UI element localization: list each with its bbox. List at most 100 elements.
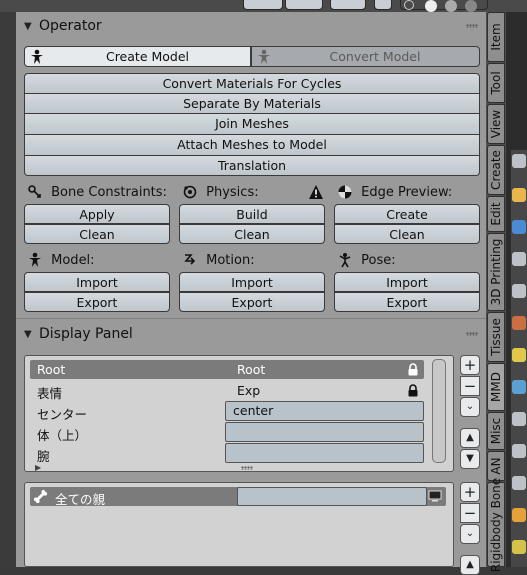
frame-value-field[interactable] xyxy=(225,422,424,442)
tab-misc[interactable]: Misc xyxy=(487,412,505,450)
list-item-selected[interactable]: 全ての親 xyxy=(30,487,446,507)
remove-frame-button[interactable]: − xyxy=(460,376,480,396)
list-item[interactable]: 表情 Exp xyxy=(30,381,424,401)
translation-label: Translation xyxy=(217,158,287,173)
tab-an[interactable]: AN xyxy=(487,451,505,481)
edge-preview-create-button[interactable]: Create xyxy=(334,204,480,224)
physics-clean-button[interactable]: Clean xyxy=(179,224,325,244)
move-frame-up-button[interactable]: ▲ xyxy=(460,428,480,448)
tab-rigidbody-bone[interactable]: Rigidbody Bone xyxy=(487,477,505,572)
physics-heading: Physics: xyxy=(182,184,259,201)
bone-constraints-apply-button[interactable]: Apply xyxy=(24,204,170,224)
tab-edit[interactable]: Edit xyxy=(487,196,505,232)
world-properties-icon[interactable] xyxy=(512,316,526,330)
edge-preview-clean-button[interactable]: Clean xyxy=(334,224,480,244)
frame-value: center xyxy=(233,403,274,418)
frame-value-field[interactable] xyxy=(225,443,424,463)
motion-export-button[interactable]: Export xyxy=(179,292,325,312)
bone-constraints-clean-button[interactable]: Clean xyxy=(24,224,170,244)
view-layer-properties-icon[interactable] xyxy=(512,252,526,266)
rendered-shading-icon[interactable] xyxy=(465,0,477,12)
model-label: Model: xyxy=(51,252,95,268)
display-panel-header[interactable]: ▼ Display Panel xyxy=(16,321,486,347)
add-frame-button[interactable]: + xyxy=(460,355,480,375)
constraint-properties-icon[interactable] xyxy=(512,476,526,490)
create-model-button[interactable]: Create Model xyxy=(24,46,251,67)
list-item[interactable]: 腕 xyxy=(30,443,424,464)
move-bone-up-button[interactable]: ▲ xyxy=(460,555,480,575)
edge-preview-icon xyxy=(338,185,352,199)
render-properties-icon[interactable] xyxy=(512,188,526,202)
join-meshes-button[interactable]: Join Meshes xyxy=(24,114,480,135)
import-label: Import xyxy=(386,275,428,290)
tool-properties-icon[interactable] xyxy=(512,154,526,168)
frame-name: センター xyxy=(37,407,88,422)
drag-grip-icon[interactable] xyxy=(466,332,478,336)
object-properties-icon[interactable] xyxy=(512,348,526,362)
bone-value-field[interactable] xyxy=(237,487,427,506)
tab-tool[interactable]: Tool xyxy=(487,63,505,103)
model-import-button[interactable]: Import xyxy=(24,272,170,292)
expand-arrow-icon[interactable]: ▶ xyxy=(35,463,41,472)
wireframe-shading-icon[interactable] xyxy=(404,0,414,10)
collapse-triangle-icon[interactable]: ▼ xyxy=(24,329,32,340)
top-header-strip xyxy=(0,0,527,12)
snap-button[interactable] xyxy=(330,0,366,10)
tab-3d-printing[interactable]: 3D Printing xyxy=(487,233,505,311)
select-mode-button[interactable] xyxy=(243,0,283,10)
modifier-properties-icon[interactable] xyxy=(512,380,526,394)
bone-icon xyxy=(33,489,48,504)
convert-materials-button[interactable]: Convert Materials For Cycles xyxy=(24,73,480,94)
overlay-button[interactable] xyxy=(374,0,392,10)
clean-label: Clean xyxy=(79,227,115,242)
material-shading-icon[interactable] xyxy=(445,0,457,12)
material-properties-icon[interactable] xyxy=(512,540,526,554)
tab-tissue[interactable]: Tissue xyxy=(487,312,505,362)
motion-import-button[interactable]: Import xyxy=(179,272,325,292)
list-item-selected[interactable]: Root Root xyxy=(30,360,424,379)
physics-build-button[interactable]: Build xyxy=(179,204,325,224)
collapse-triangle-icon[interactable]: ▼ xyxy=(24,21,32,32)
convert-model-button[interactable]: Convert Model xyxy=(251,46,480,67)
lock-icon[interactable] xyxy=(407,384,419,397)
separate-materials-label: Separate By Materials xyxy=(183,96,321,111)
clean-label: Clean xyxy=(234,227,270,242)
lock-icon[interactable] xyxy=(407,363,419,376)
translation-button[interactable]: Translation xyxy=(24,156,480,176)
physics-properties-icon[interactable] xyxy=(512,444,526,458)
solid-shading-icon[interactable] xyxy=(425,0,437,12)
output-properties-icon[interactable] xyxy=(512,220,526,234)
tab-view[interactable]: View xyxy=(487,104,505,144)
list-item[interactable]: 体（上） xyxy=(30,422,424,443)
pose-export-button[interactable]: Export xyxy=(334,292,480,312)
scene-properties-icon[interactable] xyxy=(512,284,526,298)
separate-materials-button[interactable]: Separate By Materials xyxy=(24,94,480,114)
bone-menu-chevron-icon[interactable]: ⌄ xyxy=(460,524,480,544)
move-frame-down-button[interactable]: ▼ xyxy=(460,449,480,469)
physics-icon xyxy=(183,185,197,199)
shading-buttons[interactable] xyxy=(400,0,488,12)
panel-divider xyxy=(16,318,486,319)
particles-properties-icon[interactable] xyxy=(512,412,526,426)
attach-meshes-button[interactable]: Attach Meshes to Model xyxy=(24,135,480,156)
frame-menu-chevron-icon[interactable]: ⌄ xyxy=(460,397,480,417)
model-export-button[interactable]: Export xyxy=(24,292,170,312)
object-data-properties-icon[interactable] xyxy=(512,508,526,522)
3d-viewport-edge[interactable] xyxy=(0,12,16,567)
pose-import-button[interactable]: Import xyxy=(334,272,480,292)
frame-value: Exp xyxy=(237,383,261,398)
resize-grip-icon[interactable] xyxy=(241,466,253,470)
monitor-icon[interactable] xyxy=(428,490,442,502)
list-scrollbar[interactable] xyxy=(432,359,446,463)
tab-create[interactable]: Create xyxy=(487,145,505,195)
add-bone-button[interactable]: + xyxy=(460,482,480,502)
operator-panel-header[interactable]: ▼ Operator xyxy=(16,13,486,39)
list-item[interactable]: センター center xyxy=(30,401,424,422)
build-label: Build xyxy=(236,207,268,222)
transform-button[interactable] xyxy=(285,0,323,10)
tab-mmd[interactable]: MMD xyxy=(487,363,505,411)
remove-bone-button[interactable]: − xyxy=(460,503,480,523)
frame-value-field[interactable]: center xyxy=(225,401,424,421)
tab-item[interactable]: Item xyxy=(487,12,505,62)
drag-grip-icon[interactable] xyxy=(466,24,478,28)
